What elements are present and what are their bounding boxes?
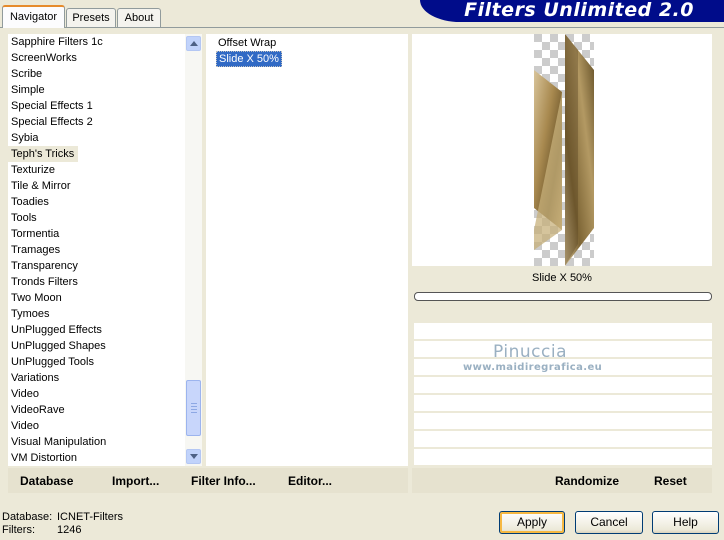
category-item[interactable]: Tile & Mirror: [8, 178, 184, 194]
category-item[interactable]: VM Distortion: [8, 450, 184, 466]
category-item[interactable]: UnPlugged Tools: [8, 354, 184, 370]
category-item[interactable]: Tools: [8, 210, 184, 226]
category-item-label: Visual Manipulation: [11, 436, 107, 448]
category-item[interactable]: Tronds Filters: [8, 274, 184, 290]
filter-info-button[interactable]: Filter Info...: [191, 474, 256, 488]
category-item[interactable]: Two Moon: [8, 290, 184, 306]
watermark-name: Pinuccia: [493, 342, 567, 362]
category-item-label: Two Moon: [11, 292, 62, 304]
preview-image: [534, 34, 594, 266]
scroll-thumb[interactable]: [186, 380, 201, 436]
category-item-label: Special Effects 1: [11, 100, 93, 112]
category-item-label: UnPlugged Effects: [11, 324, 102, 336]
category-item[interactable]: UnPlugged Shapes: [8, 338, 184, 354]
category-item-label: Tile & Mirror: [11, 180, 71, 192]
preview-panel: [412, 34, 712, 266]
scroll-up-button[interactable]: [186, 36, 201, 51]
category-item[interactable]: Variations: [8, 370, 184, 386]
category-item-label: VideoRave: [11, 404, 65, 416]
randomize-button[interactable]: Randomize: [555, 474, 619, 488]
tab-strip-line: [0, 27, 724, 28]
category-item[interactable]: Tramages: [8, 242, 184, 258]
category-item-label: Tymoes: [11, 308, 50, 320]
category-item-label: Texturize: [11, 164, 56, 176]
category-item-label: UnPlugged Tools: [11, 356, 94, 368]
category-scrollbar[interactable]: [185, 34, 202, 466]
category-item[interactable]: Toadies: [8, 194, 184, 210]
category-item-label: Video: [11, 420, 39, 432]
status-filters-label: Filters:: [2, 524, 35, 536]
category-item[interactable]: Sybia: [8, 130, 184, 146]
category-item-label: Video: [11, 388, 39, 400]
category-item-label: Tormentia: [11, 228, 60, 240]
cancel-button[interactable]: Cancel: [575, 511, 643, 534]
category-item[interactable]: Tormentia: [8, 226, 184, 242]
parameter-row: [414, 377, 712, 393]
category-item[interactable]: ScreenWorks: [8, 50, 184, 66]
tab-presets[interactable]: Presets: [66, 8, 116, 27]
filter-item-selected[interactable]: Slide X 50%: [216, 51, 282, 67]
watermark-url: www.maidiregrafica.eu: [463, 362, 603, 373]
category-item[interactable]: Tymoes: [8, 306, 184, 322]
category-item-label: VM Distortion: [11, 452, 78, 464]
status-database-value: ICNET-Filters: [57, 511, 123, 523]
category-item-label: Special Effects 2: [11, 116, 93, 128]
parameter-row: [414, 431, 712, 447]
apply-button[interactable]: Apply: [499, 511, 565, 534]
status-database: Database: ICNET-Filters: [2, 511, 123, 524]
status-filters-value: 1246: [57, 524, 82, 536]
editor-button[interactable]: Editor...: [288, 474, 332, 488]
preview-caption: Slide X 50%: [532, 272, 592, 284]
category-item[interactable]: Texturize: [8, 162, 184, 178]
category-item[interactable]: Sapphire Filters 1c: [8, 34, 184, 50]
title-banner: Filters Unlimited 2.0: [420, 0, 724, 22]
category-item[interactable]: UnPlugged Effects: [8, 322, 184, 338]
status-filters: Filters: 1246: [2, 524, 81, 537]
parameter-row: [414, 449, 712, 465]
category-item[interactable]: VideoRave: [8, 402, 184, 418]
category-item-label: ScreenWorks: [11, 52, 77, 64]
category-item-label: UnPlugged Shapes: [11, 340, 106, 352]
category-item[interactable]: Video: [8, 418, 184, 434]
category-item[interactable]: Simple: [8, 82, 184, 98]
category-item-label: Transparency: [11, 260, 78, 272]
category-item-label: Tramages: [11, 244, 61, 256]
category-item-label: Toadies: [11, 196, 49, 208]
category-item[interactable]: Special Effects 1: [8, 98, 184, 114]
category-list[interactable]: Sapphire Filters 1c ScreenWorks Scribe Simp…: [8, 34, 202, 466]
category-item-label: Tools: [11, 212, 37, 224]
banner-title: Filters Unlimited 2.0: [464, 0, 694, 21]
reset-button[interactable]: Reset: [654, 474, 687, 488]
filter-list[interactable]: Offset Wrap Slide X 50%: [206, 34, 408, 466]
category-item[interactable]: Visual Manipulation: [8, 434, 184, 450]
tab-about[interactable]: About: [117, 8, 161, 27]
parameter-row: [414, 323, 712, 339]
category-item-label: Sybia: [11, 132, 39, 144]
category-item-label: Variations: [11, 372, 60, 384]
progress-bar: [414, 292, 712, 301]
database-button[interactable]: Database: [20, 474, 73, 488]
category-item[interactable]: Transparency: [8, 258, 184, 274]
category-item[interactable]: Teph's Tricks: [8, 146, 184, 162]
category-item-label: Teph's Tricks: [8, 146, 79, 162]
import-button[interactable]: Import...: [112, 474, 159, 488]
scroll-down-button[interactable]: [186, 449, 201, 464]
tab-navigator[interactable]: Navigator: [2, 5, 65, 28]
category-item[interactable]: Scribe: [8, 66, 184, 82]
status-database-label: Database:: [2, 511, 53, 523]
category-item[interactable]: Special Effects 2: [8, 114, 184, 130]
help-button[interactable]: Help: [652, 511, 719, 534]
filter-item[interactable]: Offset Wrap: [216, 35, 282, 51]
parameter-row: [414, 413, 712, 429]
category-item-label: Simple: [11, 84, 45, 96]
category-item-label: Scribe: [11, 68, 43, 80]
category-item-label: Tronds Filters: [11, 276, 78, 288]
category-item-label: Sapphire Filters 1c: [11, 36, 103, 48]
parameter-row: [414, 395, 712, 411]
preview-caption-bar: Slide X 50%: [412, 268, 712, 290]
category-item[interactable]: Video: [8, 386, 184, 402]
